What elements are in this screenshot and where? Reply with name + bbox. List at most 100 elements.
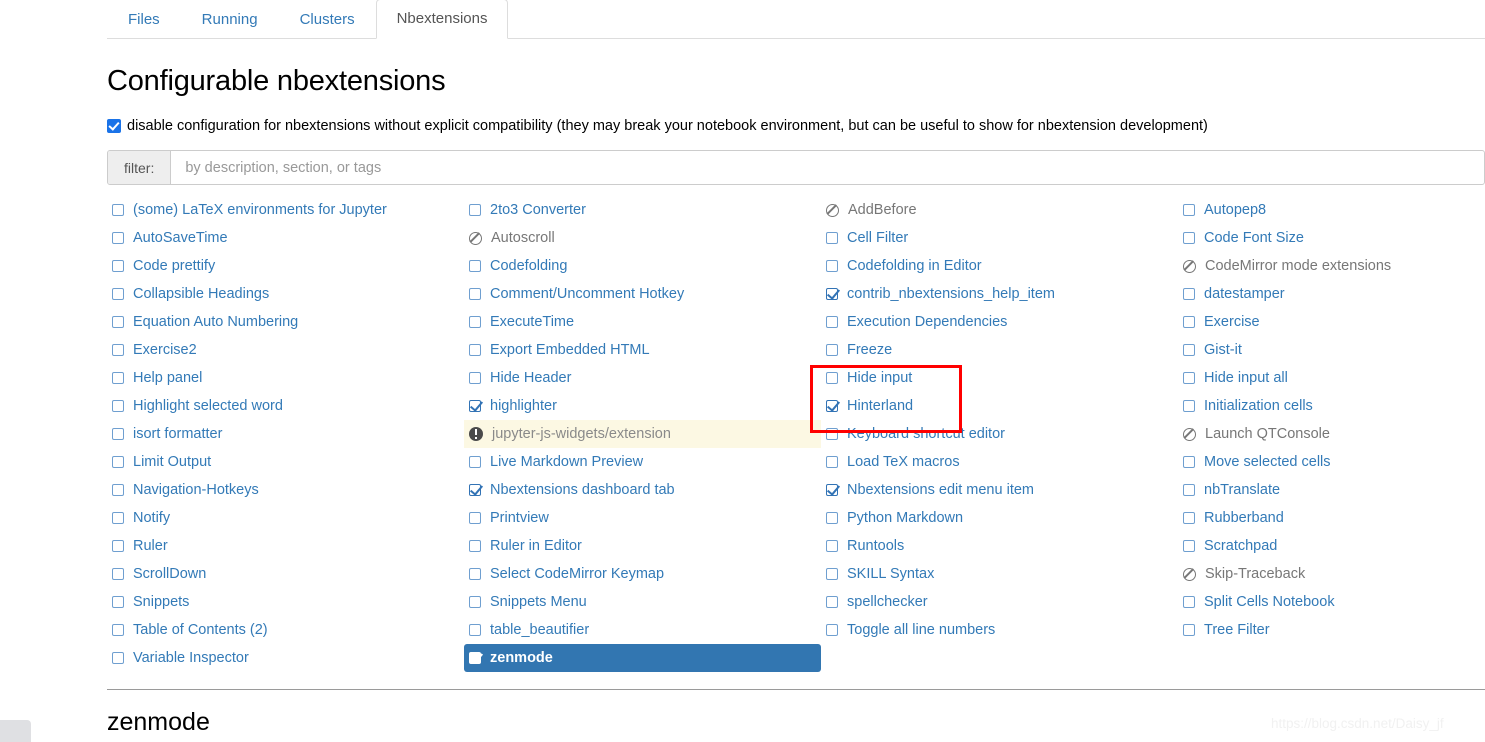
checkbox-unchecked-icon[interactable] (112, 232, 124, 244)
checkbox-unchecked-icon[interactable] (112, 428, 124, 440)
extension-row[interactable]: Freeze (821, 336, 1178, 364)
checkbox-unchecked-icon[interactable] (826, 428, 838, 440)
extension-row[interactable]: Select CodeMirror Keymap (464, 560, 821, 588)
checkbox-unchecked-icon[interactable] (112, 260, 124, 272)
incompatible-icon[interactable] (469, 232, 482, 245)
extension-row[interactable]: Scratchpad (1178, 532, 1485, 560)
checkbox-unchecked-icon[interactable] (1183, 316, 1195, 328)
tab-running[interactable]: Running (181, 0, 279, 39)
extension-row[interactable]: Ruler in Editor (464, 532, 821, 560)
checkbox-unchecked-icon[interactable] (469, 316, 481, 328)
checkbox-unchecked-icon[interactable] (112, 400, 124, 412)
incompatible-icon[interactable] (1183, 260, 1196, 273)
extension-row[interactable]: Collapsible Headings (107, 280, 464, 308)
checkbox-checked-icon[interactable] (826, 288, 838, 300)
checkbox-unchecked-icon[interactable] (826, 232, 838, 244)
extension-row[interactable]: table_beautifier (464, 616, 821, 644)
extension-row[interactable]: Codefolding (464, 252, 821, 280)
tab-nbextensions[interactable]: Nbextensions (376, 0, 509, 39)
extension-row[interactable]: Code Font Size (1178, 224, 1485, 252)
checkbox-unchecked-icon[interactable] (1183, 344, 1195, 356)
checkbox-unchecked-icon[interactable] (469, 624, 481, 636)
disable-compat-checkbox[interactable] (107, 119, 121, 133)
extension-row[interactable]: Cell Filter (821, 224, 1178, 252)
checkbox-unchecked-icon[interactable] (469, 372, 481, 384)
extension-row[interactable]: Hide input (821, 364, 1178, 392)
extension-row[interactable]: Navigation-Hotkeys (107, 476, 464, 504)
extension-row[interactable]: Launch QTConsole (1178, 420, 1485, 448)
incompatible-icon[interactable] (1183, 428, 1196, 441)
checkbox-unchecked-icon[interactable] (112, 540, 124, 552)
checkbox-unchecked-icon[interactable] (469, 596, 481, 608)
checkbox-unchecked-icon[interactable] (469, 456, 481, 468)
checkbox-unchecked-icon[interactable] (1183, 204, 1195, 216)
extension-row[interactable]: Autopep8 (1178, 196, 1485, 224)
extension-row[interactable]: Hide input all (1178, 364, 1485, 392)
extension-row[interactable]: jupyter-js-widgets/extension (464, 420, 821, 448)
checkbox-unchecked-icon[interactable] (469, 260, 481, 272)
extension-row[interactable]: highlighter (464, 392, 821, 420)
tab-files[interactable]: Files (107, 0, 181, 39)
checkbox-unchecked-icon[interactable] (469, 568, 481, 580)
checkbox-unchecked-icon[interactable] (826, 372, 838, 384)
checkbox-unchecked-icon[interactable] (826, 456, 838, 468)
checkbox-unchecked-icon[interactable] (112, 512, 124, 524)
checkbox-unchecked-icon[interactable] (1183, 456, 1195, 468)
checkbox-unchecked-icon[interactable] (469, 204, 481, 216)
checkbox-unchecked-icon[interactable] (1183, 512, 1195, 524)
extension-row[interactable]: Help panel (107, 364, 464, 392)
extension-row[interactable]: Python Markdown (821, 504, 1178, 532)
checkbox-unchecked-icon[interactable] (826, 344, 838, 356)
checkbox-unchecked-icon[interactable] (112, 288, 124, 300)
checkbox-unchecked-icon[interactable] (469, 344, 481, 356)
extension-row[interactable]: 2to3 Converter (464, 196, 821, 224)
extension-row[interactable]: Tree Filter (1178, 616, 1485, 644)
extension-row[interactable]: Limit Output (107, 448, 464, 476)
checkbox-checked-icon[interactable] (469, 400, 481, 412)
extension-row[interactable]: CodeMirror mode extensions (1178, 252, 1485, 280)
checkbox-unchecked-icon[interactable] (469, 540, 481, 552)
extension-row[interactable]: Notify (107, 504, 464, 532)
checkbox-checked-icon[interactable] (469, 652, 481, 664)
checkbox-unchecked-icon[interactable] (826, 316, 838, 328)
extension-row[interactable]: Comment/Uncomment Hotkey (464, 280, 821, 308)
checkbox-unchecked-icon[interactable] (112, 624, 124, 636)
extension-row[interactable]: Runtools (821, 532, 1178, 560)
extension-row[interactable]: Load TeX macros (821, 448, 1178, 476)
extension-row[interactable]: Autoscroll (464, 224, 821, 252)
extension-row[interactable]: zenmode (464, 644, 821, 672)
extension-row[interactable]: Hinterland (821, 392, 1178, 420)
extension-row[interactable]: Snippets Menu (464, 588, 821, 616)
extension-row[interactable]: Table of Contents (2) (107, 616, 464, 644)
checkbox-unchecked-icon[interactable] (112, 316, 124, 328)
extension-row[interactable]: Split Cells Notebook (1178, 588, 1485, 616)
checkbox-unchecked-icon[interactable] (826, 540, 838, 552)
extension-row[interactable]: Equation Auto Numbering (107, 308, 464, 336)
extension-row[interactable]: (some) LaTeX environments for Jupyter (107, 196, 464, 224)
extension-row[interactable]: Printview (464, 504, 821, 532)
extension-row[interactable]: contrib_nbextensions_help_item (821, 280, 1178, 308)
checkbox-unchecked-icon[interactable] (1183, 540, 1195, 552)
checkbox-unchecked-icon[interactable] (112, 484, 124, 496)
extension-row[interactable]: Toggle all line numbers (821, 616, 1178, 644)
incompatible-icon[interactable] (1183, 568, 1196, 581)
extension-row[interactable]: ExecuteTime (464, 308, 821, 336)
checkbox-unchecked-icon[interactable] (112, 596, 124, 608)
checkbox-unchecked-icon[interactable] (1183, 596, 1195, 608)
extension-row[interactable]: Codefolding in Editor (821, 252, 1178, 280)
checkbox-checked-icon[interactable] (469, 484, 481, 496)
extension-row[interactable]: isort formatter (107, 420, 464, 448)
extension-row[interactable]: Skip-Traceback (1178, 560, 1485, 588)
disable-compat-row[interactable]: disable configuration for nbextensions w… (107, 118, 1208, 134)
extension-row[interactable]: SKILL Syntax (821, 560, 1178, 588)
checkbox-unchecked-icon[interactable] (826, 260, 838, 272)
checkbox-unchecked-icon[interactable] (469, 512, 481, 524)
checkbox-unchecked-icon[interactable] (826, 596, 838, 608)
checkbox-unchecked-icon[interactable] (469, 288, 481, 300)
checkbox-unchecked-icon[interactable] (112, 344, 124, 356)
extension-row[interactable]: AddBefore (821, 196, 1178, 224)
extension-row[interactable]: Variable Inspector (107, 644, 464, 672)
tab-clusters[interactable]: Clusters (279, 0, 376, 39)
incompatible-icon[interactable] (826, 204, 839, 217)
extension-row[interactable]: Keyboard shortcut editor (821, 420, 1178, 448)
